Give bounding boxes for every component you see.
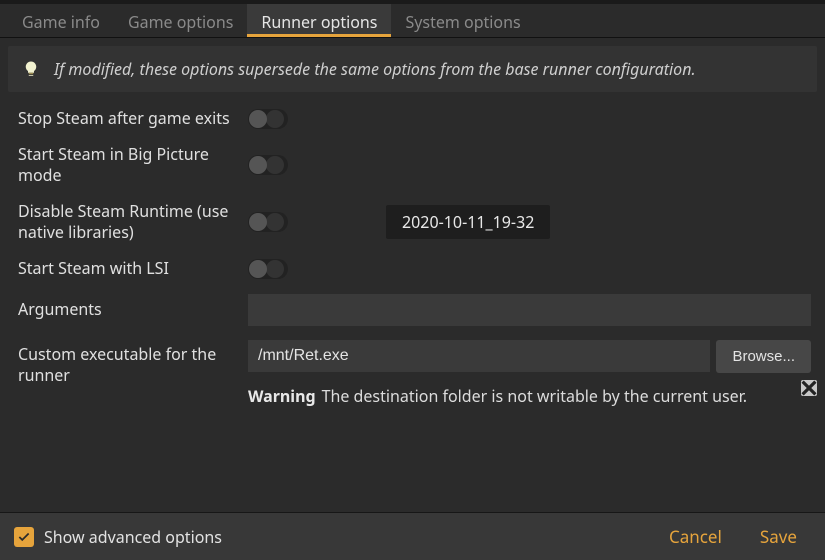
tab-game-info[interactable]: Game info	[8, 4, 114, 37]
warning-text: The destination folder is not writable b…	[322, 385, 747, 407]
toggle-lsi[interactable]	[248, 259, 288, 279]
tab-game-options[interactable]: Game options	[114, 4, 247, 37]
info-banner-text: If modified, these options supersede the…	[54, 58, 696, 80]
close-icon[interactable]	[801, 380, 817, 396]
info-banner: If modified, these options supersede the…	[8, 46, 817, 92]
toggle-stop-steam[interactable]	[248, 109, 288, 129]
advanced-checkbox[interactable]	[14, 527, 34, 547]
label-big-picture: Start Steam in Big Picture mode	[18, 144, 248, 187]
custom-exec-input[interactable]	[248, 340, 710, 372]
browse-button[interactable]: Browse...	[716, 340, 811, 373]
label-disable-runtime: Disable Steam Runtime (use native librar…	[18, 201, 248, 244]
warning-prefix: Warning	[248, 385, 316, 407]
tabs-bar: Game info Game options Runner options Sy…	[0, 4, 825, 38]
label-stop-steam: Stop Steam after game exits	[18, 108, 248, 130]
toggle-big-picture[interactable]	[248, 155, 288, 175]
tab-runner-options[interactable]: Runner options	[247, 4, 391, 37]
tooltip-timestamp: 2020-10-11_19-32	[386, 205, 550, 239]
arguments-input[interactable]	[248, 294, 811, 326]
label-lsi: Start Steam with LSI	[18, 258, 248, 280]
footer-bar: Show advanced options Cancel Save	[0, 512, 825, 560]
label-arguments: Arguments	[18, 299, 248, 321]
cancel-button[interactable]: Cancel	[655, 519, 736, 554]
options-grid: Stop Steam after game exits Start Steam …	[0, 100, 825, 415]
toggle-disable-runtime[interactable]	[248, 212, 288, 232]
warning-message: Warning The destination folder is not wr…	[248, 385, 811, 407]
save-button[interactable]: Save	[746, 519, 811, 554]
advanced-label: Show advanced options	[44, 526, 222, 548]
content-area: If modified, these options supersede the…	[0, 38, 825, 512]
label-custom-exec: Custom executable for the runner	[18, 340, 248, 387]
tab-system-options[interactable]: System options	[391, 4, 534, 37]
lightbulb-icon	[22, 60, 40, 78]
